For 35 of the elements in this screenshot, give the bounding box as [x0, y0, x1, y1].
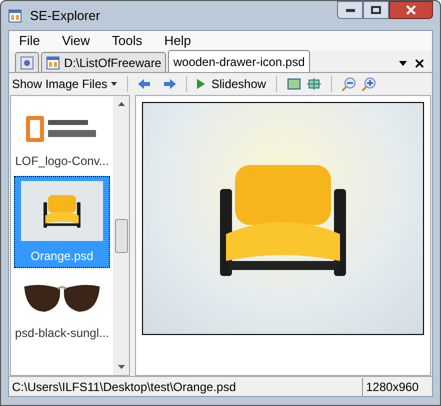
actual-size-icon[interactable]	[307, 78, 322, 90]
thumbnail-item[interactable]: psd-black-sungl...	[14, 272, 110, 344]
close-button[interactable]	[389, 1, 433, 19]
settings-tab[interactable]	[15, 52, 39, 72]
window-title: SE-Explorer	[30, 6, 100, 25]
menu-item[interactable]: Help	[164, 31, 192, 51]
close-icon[interactable]	[415, 59, 424, 68]
back-arrow-icon[interactable]	[138, 79, 150, 89]
menu-item[interactable]: Tools	[112, 31, 142, 51]
scroll-down-icon[interactable]	[118, 365, 124, 369]
scroll-thumb[interactable]	[114, 218, 128, 252]
play-icon	[197, 79, 206, 89]
tab[interactable]: D:\ListOfFreeware	[41, 52, 166, 72]
minimize-button[interactable]	[337, 1, 363, 19]
window-icon	[46, 56, 60, 70]
menu-item[interactable]: View	[62, 31, 90, 51]
settings-icon	[20, 56, 34, 70]
close-icon	[406, 5, 416, 15]
dropdown-icon[interactable]	[399, 61, 407, 66]
forward-arrow-icon[interactable]	[164, 79, 176, 89]
slideshow-button[interactable]: Slideshow	[197, 75, 266, 93]
fit-image-icon[interactable]	[287, 78, 302, 90]
scrollbar[interactable]	[113, 96, 129, 375]
zoom-in-icon[interactable]	[362, 77, 376, 91]
image-size: 1280x960	[362, 378, 432, 396]
zoom-out-icon[interactable]	[342, 77, 356, 91]
filter-dropdown[interactable]: Show Image Files	[12, 75, 118, 93]
menu-item[interactable]: File	[19, 31, 40, 51]
status-path: C:\Users\ILFS11\Desktop\test\Orange.psd	[11, 378, 237, 396]
scroll-up-icon[interactable]	[118, 102, 124, 106]
tab[interactable]: wooden-drawer-icon.psd	[168, 50, 310, 72]
window-icon	[8, 8, 22, 22]
thumbnail-item[interactable]: LOF_logo-Conv...	[14, 106, 110, 172]
maximize-button[interactable]	[363, 1, 389, 19]
caret-icon	[111, 82, 118, 86]
